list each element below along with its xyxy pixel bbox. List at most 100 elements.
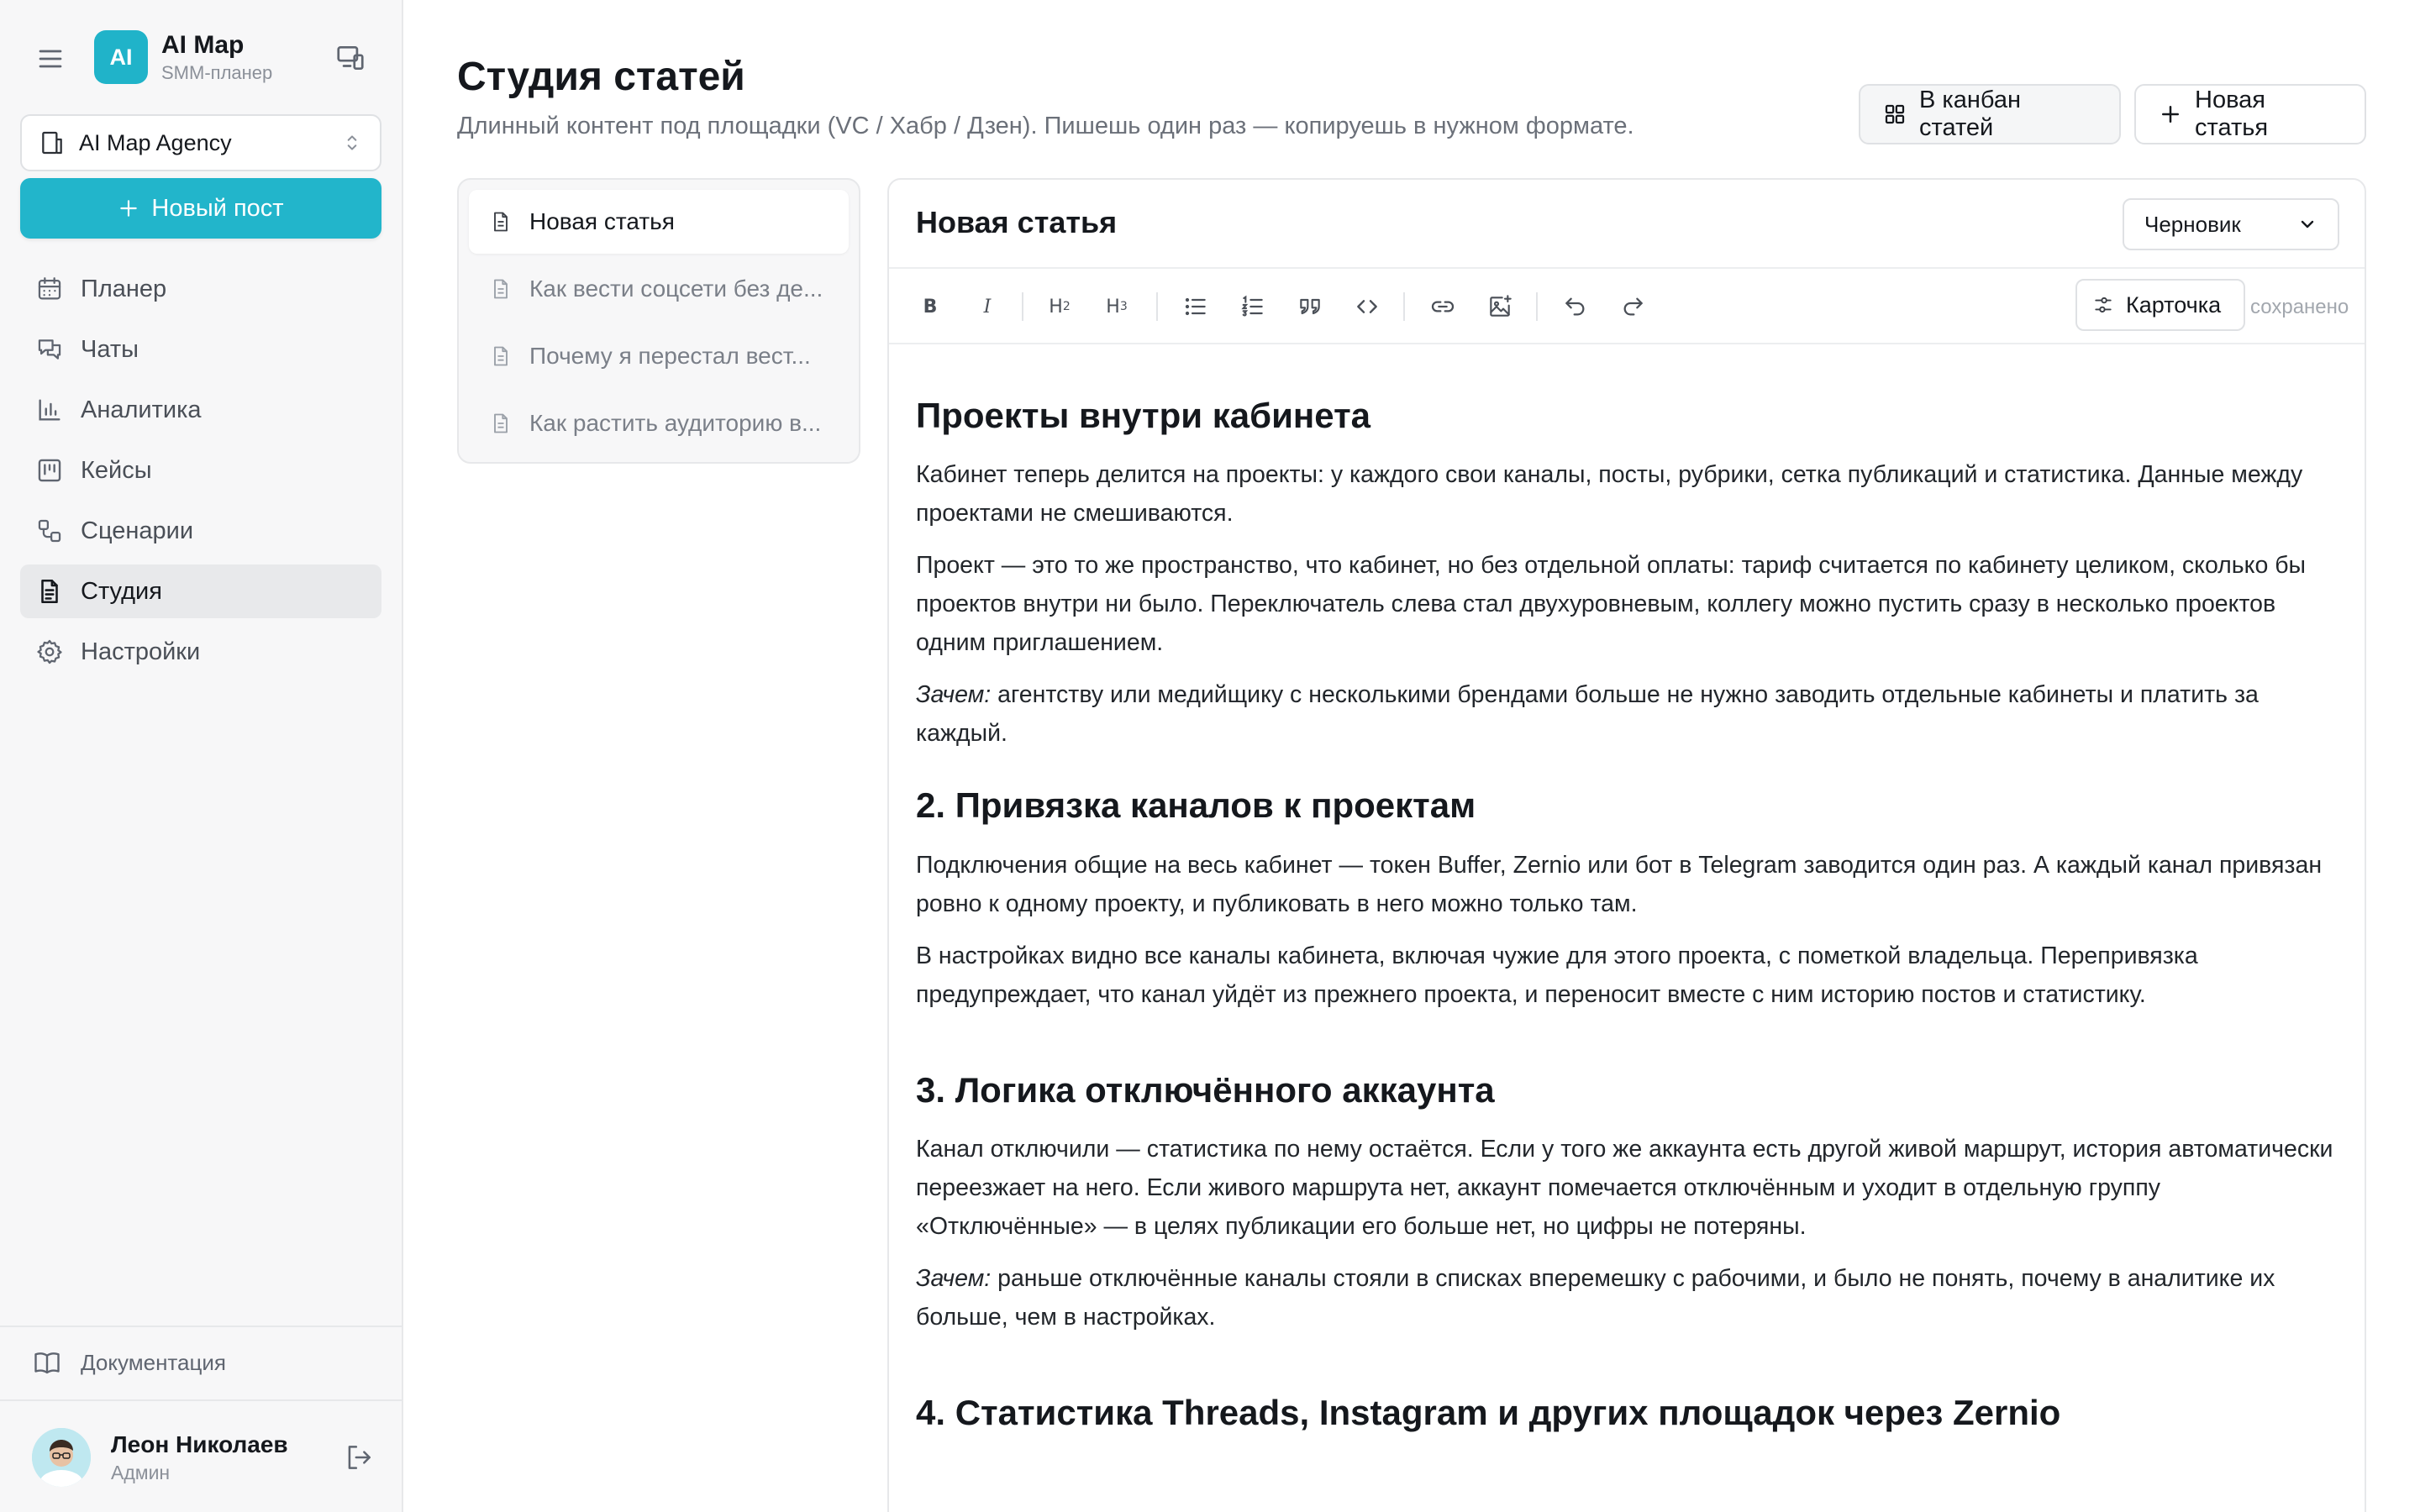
card-button-label: Карточка xyxy=(2126,291,2222,318)
italic-button[interactable]: I xyxy=(971,291,1003,323)
list-item[interactable]: Как вести соцсети без де... xyxy=(469,257,849,321)
link-icon[interactable] xyxy=(1427,291,1459,323)
sidebar-item-studio[interactable]: Студия xyxy=(20,564,381,618)
docs-label: Документация xyxy=(81,1349,226,1375)
list-item[interactable]: Почему я перестал вест... xyxy=(469,324,849,388)
calendar-icon xyxy=(35,275,64,303)
bold-button[interactable]: B xyxy=(914,291,946,323)
plus-icon xyxy=(2158,102,2183,127)
user-name: Леон Николаев xyxy=(111,1431,288,1457)
app-name: AI Map xyxy=(161,31,245,59)
file-icon xyxy=(489,412,513,435)
save-status: сохранено xyxy=(2250,296,2349,318)
chat-icon xyxy=(35,335,64,364)
sidebar-item-scenarios[interactable]: Сценарии xyxy=(20,504,381,558)
new-post-button[interactable]: Новый пост xyxy=(20,178,381,239)
file-icon xyxy=(489,210,513,234)
bullet-list-icon[interactable] xyxy=(1180,291,1212,323)
emphasis-text: Зачем: xyxy=(916,1265,992,1293)
article-paragraph: Канал отключили — статистика по нему ост… xyxy=(916,1136,2333,1241)
workspace-name: AI Map Agency xyxy=(79,129,232,155)
new-article-button[interactable]: Новая статья xyxy=(2134,84,2366,144)
sidebar-divider xyxy=(0,1326,402,1327)
new-article-label: Новая статья xyxy=(2195,87,2269,141)
article-title-input[interactable]: Новая статья xyxy=(916,205,1117,240)
sidebar-item-analytics[interactable]: Аналитика xyxy=(20,383,381,437)
article-title: Новая статья xyxy=(529,208,675,234)
sidebar-item-label: Планер xyxy=(81,275,167,302)
sidebar-nav: Планер Чаты Аналитика Кейсы Сценарии Сту… xyxy=(20,262,381,685)
chart-icon xyxy=(35,396,64,424)
sidebar-item-cases[interactable]: Кейсы xyxy=(20,444,381,497)
list-item[interactable]: Новая статья xyxy=(469,190,849,254)
article-paragraph: Кабинет теперь делится на проекты: у каж… xyxy=(916,461,2303,528)
undo-icon[interactable] xyxy=(1560,291,1591,323)
article-title: Почему я перестал вест... xyxy=(529,343,811,369)
article-paragraph: Проект — это то же пространство, что каб… xyxy=(916,552,2307,657)
list-item[interactable]: Как растить аудиторию в... xyxy=(469,391,849,455)
code-icon[interactable] xyxy=(1351,291,1383,323)
sliders-icon xyxy=(2092,294,2114,316)
sidebar-item-label: Студия xyxy=(81,577,162,605)
article-paragraph: Зачем: раньше отключённые каналы стояли … xyxy=(916,1259,2338,1336)
sidebar: AI AI Map SMM-планер AI Map Agency Новый… xyxy=(0,0,403,1512)
kanban-button-label: В канбан статей xyxy=(1919,87,2021,141)
toolbar-divider xyxy=(1403,292,1405,321)
status-value: Черновик xyxy=(2144,211,2241,237)
article-heading: Проекты внутри кабинета xyxy=(916,396,1370,435)
article-heading: 2. Привязка каналов к проектам xyxy=(916,785,1476,826)
building-icon xyxy=(39,129,66,156)
app-subtitle: SMM-планер xyxy=(161,62,273,83)
redo-icon[interactable] xyxy=(1617,291,1649,323)
heading-3-label: H xyxy=(1106,296,1120,318)
article-heading: 4. Статистика Threads, Instagram и други… xyxy=(916,1393,2061,1433)
heading-2-sub: 2 xyxy=(1062,300,1071,313)
kanban-button[interactable]: В канбан статей xyxy=(1859,84,2121,144)
quote-icon[interactable] xyxy=(1294,291,1326,323)
article-heading: 3. Логика отключённого аккаунта xyxy=(916,1069,1495,1110)
menu-icon[interactable] xyxy=(35,44,66,74)
page-subtitle: Длинный контент под площадки (VC / Хабр … xyxy=(457,113,1634,139)
paragraph-text: раньше отключённые каналы стояли в списк… xyxy=(916,1265,2275,1331)
articles-list: Новая статья Как вести соцсети без де...… xyxy=(457,178,860,464)
numbered-list-icon[interactable] xyxy=(1237,291,1269,323)
docs-link[interactable]: Документация xyxy=(32,1347,226,1378)
sidebar-item-label: Аналитика xyxy=(81,396,202,423)
article-title: Как растить аудиторию в... xyxy=(529,410,822,436)
page-title: Студия статей xyxy=(457,55,745,99)
article-editor: Новая статья Черновик B I H2 H3 Карточка… xyxy=(887,178,2366,1512)
heading-3-sub: 3 xyxy=(1119,300,1128,313)
logout-icon[interactable] xyxy=(343,1441,375,1473)
sidebar-item-label: Чаты xyxy=(81,335,139,363)
toolbar-divider xyxy=(1536,292,1538,321)
card-button[interactable]: Карточка xyxy=(2075,279,2245,331)
app-logo: AI xyxy=(94,30,148,84)
sidebar-item-settings[interactable]: Настройки xyxy=(20,625,381,679)
devices-icon[interactable] xyxy=(334,42,366,74)
heading-3-button[interactable]: H3 xyxy=(1101,291,1133,323)
sidebar-item-chats[interactable]: Чаты xyxy=(20,323,381,376)
heading-2-label: H xyxy=(1049,296,1063,318)
book-icon xyxy=(32,1347,62,1378)
file-icon xyxy=(489,344,513,368)
article-paragraph: Подключения общие на весь кабинет — токе… xyxy=(916,851,2323,917)
toolbar-divider xyxy=(1156,292,1158,321)
gear-icon xyxy=(35,638,64,666)
toolbar-divider xyxy=(1022,292,1023,321)
article-paragraph: В настройках видно все каналы кабинета, … xyxy=(916,942,2198,1008)
avatar[interactable] xyxy=(32,1428,91,1487)
article-title: Как вести соцсети без де... xyxy=(529,276,823,302)
article-paragraph: Зачем: агентству или медийщику с несколь… xyxy=(916,675,2338,753)
status-select[interactable]: Черновик xyxy=(2123,198,2339,250)
grid-icon xyxy=(1882,102,1907,127)
sidebar-item-planner[interactable]: Планер xyxy=(20,262,381,316)
kanban-icon xyxy=(35,456,64,485)
workspace-switcher[interactable]: AI Map Agency xyxy=(20,114,381,171)
sidebar-item-label: Кейсы xyxy=(81,456,152,484)
editor-header: Новая статья Черновик xyxy=(889,180,2365,269)
image-add-icon[interactable] xyxy=(1484,291,1516,323)
article-body[interactable]: Проекты внутри кабинета Кабинет теперь д… xyxy=(889,344,2365,1435)
heading-2-button[interactable]: H2 xyxy=(1044,291,1076,323)
user-role: Админ xyxy=(111,1462,171,1483)
plus-icon xyxy=(118,197,139,219)
